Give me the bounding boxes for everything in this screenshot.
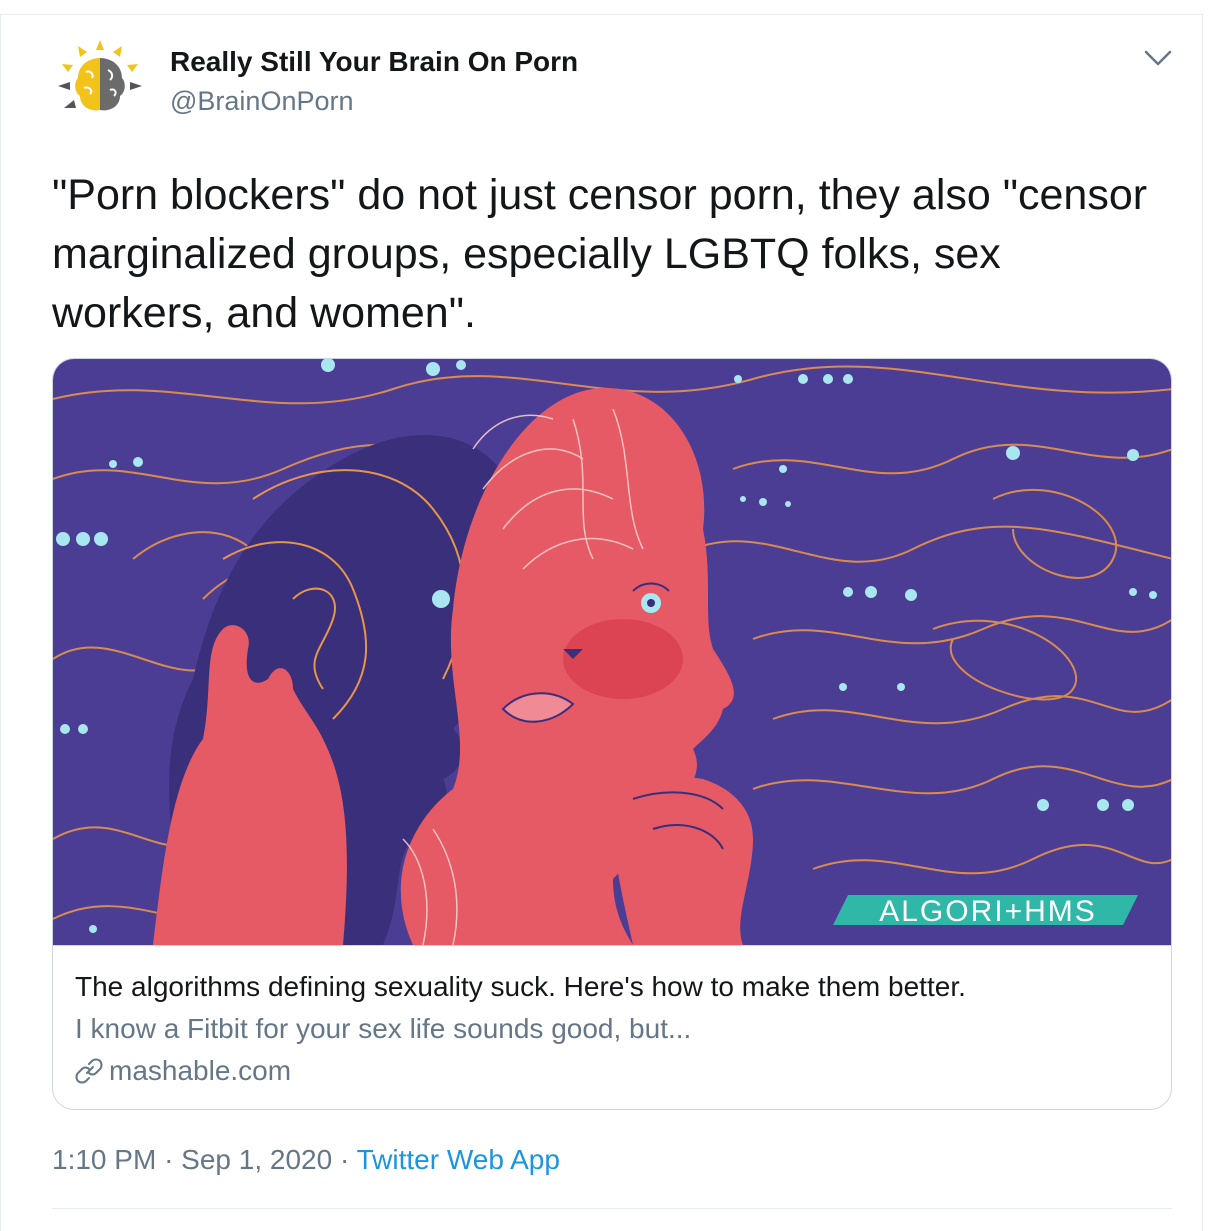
brain-sun-logo-icon <box>52 36 148 132</box>
divider <box>52 1208 1172 1209</box>
meta-separator: · <box>339 1144 350 1175</box>
tweet-date[interactable]: Sep 1, 2020 <box>181 1144 332 1175</box>
card-illustration: ALGORI+HMS <box>53 359 1171 945</box>
tweet-metadata: 1:10 PM · Sep 1, 2020 · Twitter Web App <box>52 1144 560 1176</box>
author-display-name[interactable]: Really Still Your Brain On Porn <box>170 46 578 78</box>
card-title[interactable]: The algorithms defining sexuality suck. … <box>75 971 966 1003</box>
card-description: I know a Fitbit for your sex life sounds… <box>75 1013 692 1044</box>
avatar[interactable] <box>52 36 148 132</box>
card-domain[interactable]: mashable.com <box>75 1055 291 1087</box>
tweet-source-link[interactable]: Twitter Web App <box>357 1144 560 1175</box>
chevron-down-icon[interactable] <box>1140 44 1176 74</box>
link-icon <box>75 1058 103 1084</box>
card-domain-text: mashable.com <box>109 1055 292 1086</box>
card-divider <box>53 945 1171 946</box>
tweet-time[interactable]: 1:10 PM <box>52 1144 156 1175</box>
meta-separator: · <box>164 1144 174 1175</box>
tweet-text: "Porn blockers" do not just censor porn,… <box>52 171 1148 337</box>
link-card[interactable]: ALGORI+HMS The algorithms defining sexua… <box>52 358 1172 1110</box>
card-image-caption: ALGORI+HMS <box>879 895 1097 928</box>
author-handle[interactable]: @BrainOnPorn <box>170 86 354 117</box>
